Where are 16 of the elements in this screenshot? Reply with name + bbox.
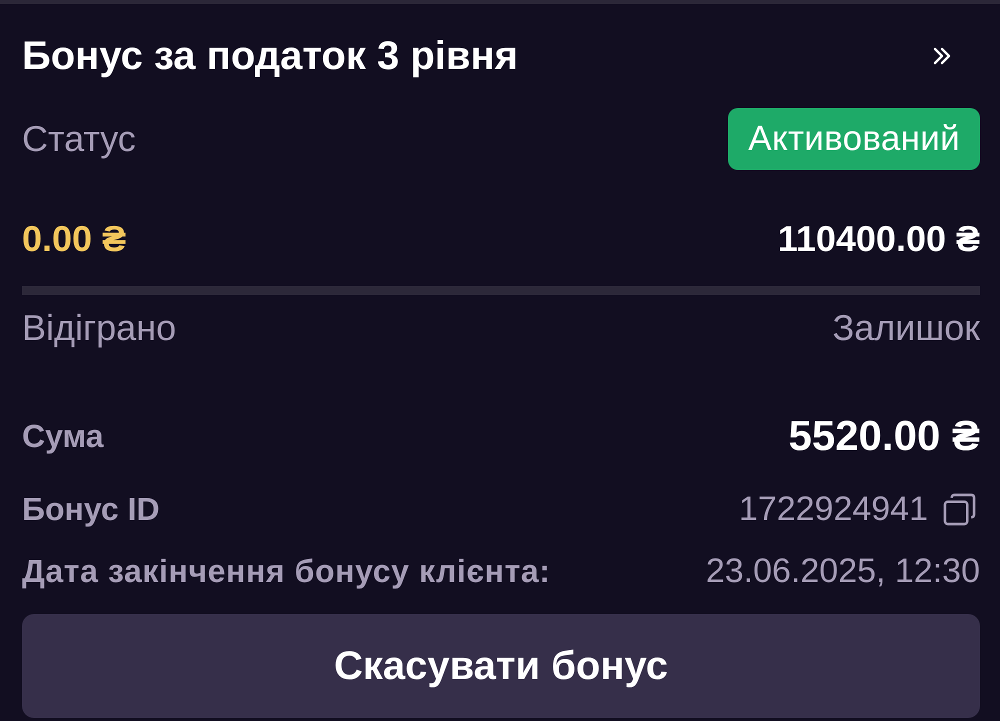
wagered-label: Відіграно: [22, 307, 176, 349]
remaining-amount: 110400.00 ₴: [778, 218, 980, 260]
detail-label: Бонус ID: [22, 490, 160, 528]
detail-label: Сума: [22, 418, 104, 454]
wagered-amount: 0.00 ₴: [22, 218, 126, 260]
status-label: Статус: [22, 118, 136, 160]
cancel-bonus-button[interactable]: Скасувати бонус: [22, 614, 980, 718]
detail-value: 23.06.2025, 12:30: [706, 552, 980, 590]
copy-icon[interactable]: [943, 492, 976, 526]
double-chevron-icon[interactable]: [932, 46, 952, 66]
bonus-title: Бонус за податок 3 рівня: [22, 34, 518, 78]
detail-label: Дата закінчення бонусу клієнта:: [22, 552, 551, 590]
bonus-id: 1722924941: [738, 490, 928, 528]
bonus-amount: 5520.00 ₴: [788, 412, 980, 460]
remaining-label: Залишок: [832, 307, 980, 349]
status-badge: Активований: [728, 108, 980, 170]
